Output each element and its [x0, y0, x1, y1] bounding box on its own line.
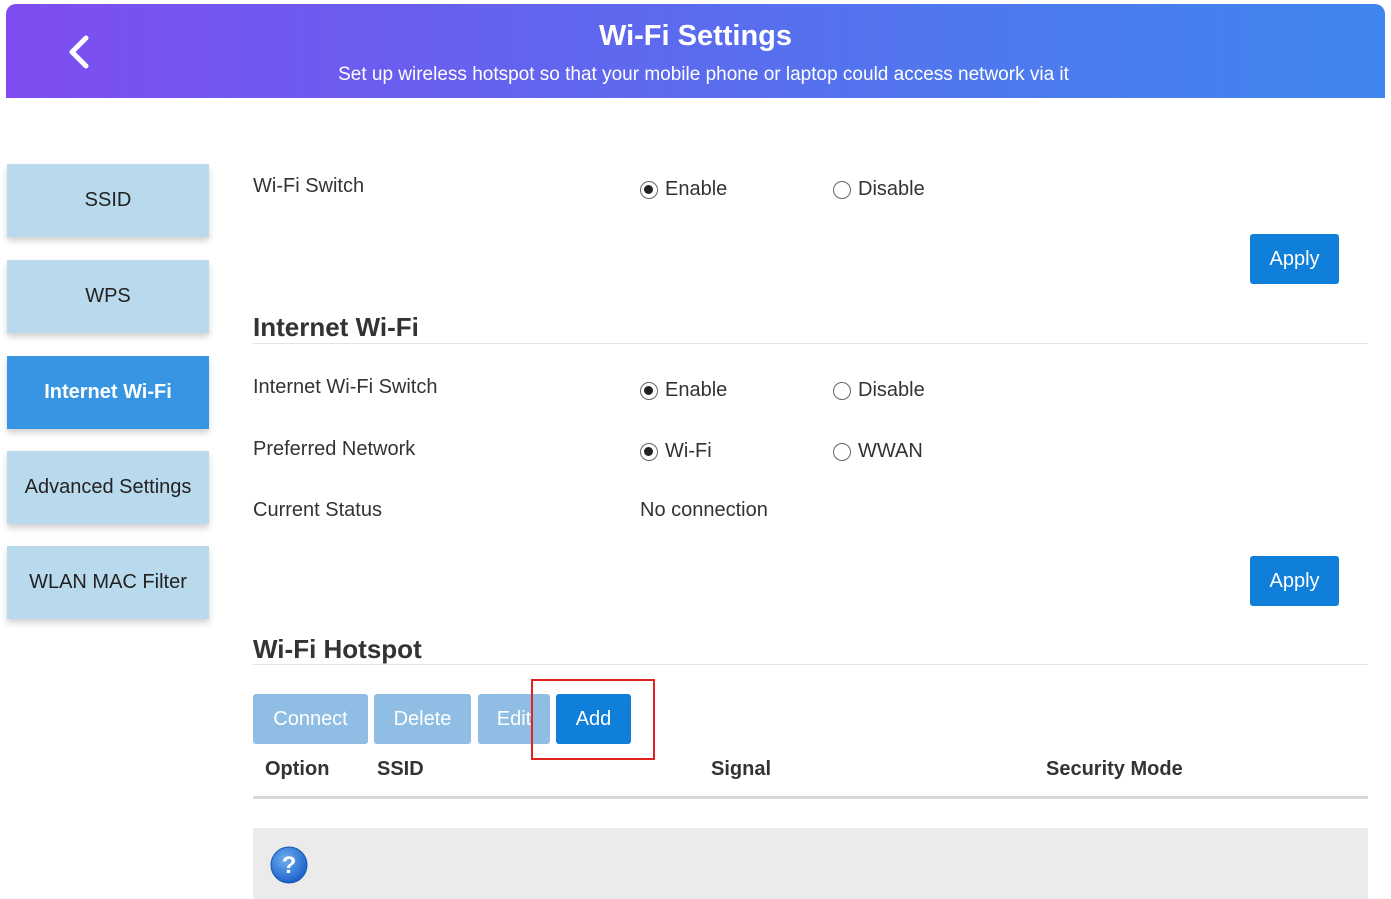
radio-label: Wi-Fi — [665, 440, 712, 462]
radio-checked-icon — [640, 180, 658, 199]
section-divider — [253, 343, 1368, 344]
page-title: Wi-Fi Settings — [598, 20, 793, 52]
wifi-hotspot-section-title: Wi-Fi Hotspot — [253, 634, 422, 664]
current-status-value: No connection — [640, 499, 768, 521]
radio-label: Disable — [858, 379, 925, 401]
section-divider — [253, 664, 1368, 665]
wifi-switch-label: Wi-Fi Switch — [253, 175, 365, 197]
sidebar-item-wlan-mac-filter[interactable]: WLAN MAC Filter — [7, 546, 209, 619]
connect-button[interactable]: Connect — [253, 694, 368, 744]
internet-wifi-section-title: Internet Wi-Fi — [253, 312, 419, 342]
page-header: Wi-Fi Settings Set up wireless hotspot s… — [6, 4, 1385, 98]
radio-unchecked-icon — [833, 442, 851, 461]
sidebar-item-label: WLAN MAC Filter — [29, 571, 187, 593]
radio-unchecked-icon — [833, 180, 851, 199]
internet-wifi-enable-radio[interactable]: Enable — [640, 379, 727, 402]
wifi-switch-enable-radio[interactable]: Enable — [640, 178, 727, 201]
current-status-label: Current Status — [253, 499, 382, 521]
sidebar-item-internet-wifi[interactable]: Internet Wi-Fi — [7, 356, 209, 429]
radio-label: Enable — [665, 379, 728, 401]
column-header-security-mode: Security Mode — [1046, 758, 1183, 780]
internet-wifi-disable-radio[interactable]: Disable — [833, 379, 925, 402]
internet-wifi-switch-label: Internet Wi-Fi Switch — [253, 376, 438, 398]
radio-checked-icon — [640, 442, 658, 461]
internet-wifi-apply-button[interactable]: Apply — [1250, 556, 1339, 606]
wifi-switch-disable-radio[interactable]: Disable — [833, 178, 925, 201]
radio-label: WWAN — [858, 440, 923, 462]
sidebar-item-label: WPS — [85, 285, 131, 307]
help-button[interactable]: ? — [270, 846, 308, 884]
delete-button[interactable]: Delete — [374, 694, 471, 744]
svg-text:?: ? — [282, 852, 297, 879]
question-mark-icon: ? — [270, 846, 308, 884]
column-header-ssid: SSID — [377, 758, 424, 780]
radio-label: Disable — [858, 178, 925, 200]
column-header-option: Option — [265, 758, 330, 780]
highlight-box — [531, 679, 655, 760]
column-header-signal: Signal — [711, 758, 772, 780]
preferred-network-wwan-radio[interactable]: WWAN — [833, 440, 923, 463]
help-bar: ? — [253, 828, 1368, 899]
sidebar-item-ssid[interactable]: SSID — [7, 164, 209, 237]
radio-checked-icon — [640, 381, 658, 400]
preferred-network-label: Preferred Network — [253, 438, 416, 460]
sidebar-item-label: Advanced Settings — [24, 476, 192, 498]
sidebar-item-label: Internet Wi-Fi — [44, 381, 172, 403]
sidebar-item-advanced-settings[interactable]: Advanced Settings — [7, 451, 209, 524]
sidebar-item-label: SSID — [84, 189, 132, 211]
preferred-network-wifi-radio[interactable]: Wi-Fi — [640, 440, 712, 463]
radio-unchecked-icon — [833, 381, 851, 400]
radio-label: Enable — [665, 178, 728, 200]
sidebar-item-wps[interactable]: WPS — [7, 260, 209, 333]
wifi-switch-apply-button[interactable]: Apply — [1250, 234, 1339, 284]
page-subtitle: Set up wireless hotspot so that your mob… — [338, 64, 1069, 85]
table-header-divider — [253, 796, 1368, 799]
